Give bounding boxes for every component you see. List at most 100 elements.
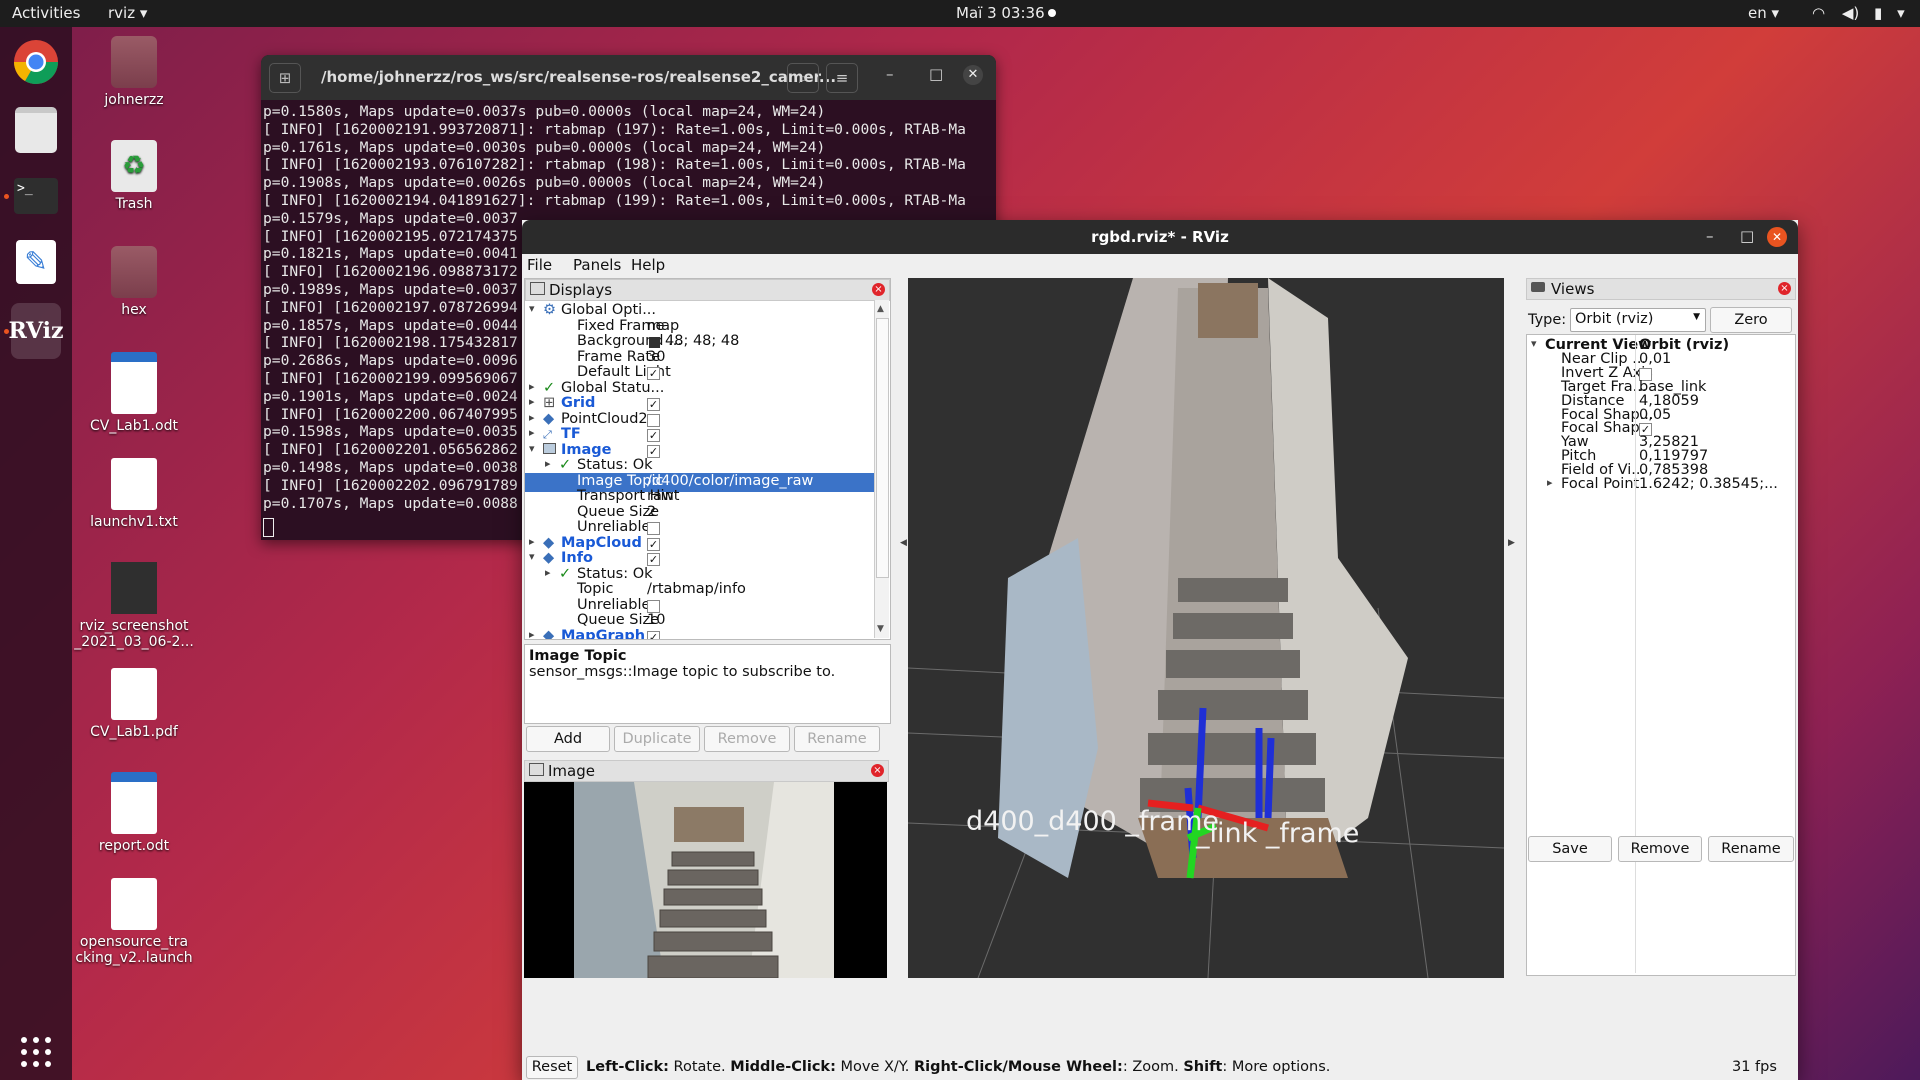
system-tray[interactable]: ◠ ◀) ▮ ▾ bbox=[1812, 4, 1905, 22]
enabled-checkbox[interactable]: ✓ bbox=[647, 537, 660, 551]
expand-arrow-icon[interactable]: ▾ bbox=[529, 550, 535, 563]
display-value[interactable]: map bbox=[647, 318, 679, 334]
hint-key: Shift bbox=[1183, 1059, 1223, 1075]
enabled-checkbox[interactable]: ✓ bbox=[647, 444, 660, 458]
minimize-button[interactable]: – bbox=[1706, 227, 1714, 245]
desktop-icon-label: Trash bbox=[115, 196, 153, 212]
desktop-icon-rviz-screenshot[interactable]: rviz_screenshot _2021_03_06-2... bbox=[74, 562, 194, 650]
search-button[interactable]: ⌕ bbox=[787, 63, 819, 93]
enabled-checkbox[interactable]: ✓ bbox=[647, 429, 660, 442]
maximize-button[interactable]: □ bbox=[1740, 227, 1754, 245]
files-icon bbox=[15, 107, 57, 153]
enabled-checkbox[interactable] bbox=[647, 413, 660, 427]
desktop-icon-hex[interactable]: hex bbox=[74, 246, 194, 318]
zero-view-button[interactable]: Zero bbox=[1710, 307, 1792, 333]
image-icon bbox=[543, 442, 556, 458]
display-value[interactable]: /rtabmap/info bbox=[647, 581, 746, 597]
enabled-checkbox[interactable]: ✓ bbox=[647, 553, 660, 566]
chrome-icon bbox=[14, 40, 58, 84]
close-button[interactable]: ✕ bbox=[1767, 227, 1787, 247]
save-view-button[interactable]: Save bbox=[1528, 836, 1612, 862]
rename-display-button[interactable]: Rename bbox=[794, 726, 880, 752]
collapse-arrow-icon[interactable]: ▸ bbox=[545, 457, 551, 470]
language-indicator[interactable]: en ▾ bbox=[1748, 4, 1779, 22]
new-tab-button[interactable]: ⊞ bbox=[269, 63, 301, 93]
expand-arrow-icon[interactable]: ▾ bbox=[529, 302, 535, 315]
scrollbar-thumb[interactable] bbox=[876, 318, 889, 578]
display-tree-row[interactable]: ▸ ◆ MapGraph ✓ bbox=[525, 628, 874, 640]
desktop-icon-launchv1[interactable]: launchv1.txt bbox=[74, 458, 194, 530]
color-swatch[interactable] bbox=[649, 337, 660, 348]
collapse-right-icon[interactable]: ▶ bbox=[1508, 538, 1515, 548]
enabled-checkbox[interactable] bbox=[647, 522, 660, 535]
app-menu[interactable]: rviz ▾ bbox=[108, 4, 147, 22]
activities-button[interactable]: Activities bbox=[12, 4, 80, 22]
views-tree[interactable]: ▾ Current View Orbit (rviz) Near Clip ... 0,… bbox=[1526, 334, 1796, 976]
display-name: Grid bbox=[561, 395, 596, 411]
menu-file[interactable]: File bbox=[527, 256, 552, 274]
add-display-button[interactable]: Add bbox=[526, 726, 610, 752]
terminal-launcher[interactable]: >_ bbox=[11, 171, 61, 221]
menu-panels[interactable]: Panels bbox=[573, 256, 621, 274]
view-property-value[interactable]: 1.6242; 0.38545;... bbox=[1639, 476, 1778, 492]
display-value[interactable]: raw bbox=[647, 488, 674, 504]
desktop-icon-report[interactable]: report.odt bbox=[74, 772, 194, 854]
enabled-checkbox[interactable]: ✓ bbox=[647, 398, 660, 411]
enabled-checkbox[interactable]: ✓ bbox=[647, 630, 660, 639]
view-type-select[interactable]: Orbit (rviz) ▼ bbox=[1570, 308, 1706, 332]
text-editor-launcher[interactable]: ✎ bbox=[11, 237, 61, 287]
collapse-arrow-icon[interactable]: ▸ bbox=[529, 395, 535, 408]
minimize-button[interactable]: – bbox=[886, 65, 894, 83]
collapse-arrow-icon[interactable]: ▸ bbox=[545, 566, 551, 579]
remove-view-button[interactable]: Remove bbox=[1618, 836, 1702, 862]
display-value[interactable]: 48; 48; 48 bbox=[665, 333, 739, 349]
desktop-icon-launch-file[interactable]: opensource_tra cking_v2..launch bbox=[74, 878, 194, 966]
collapse-arrow-icon[interactable]: ▸ bbox=[529, 535, 535, 548]
display-value[interactable]: 10 bbox=[647, 612, 665, 628]
collapse-arrow-icon[interactable]: ▸ bbox=[529, 426, 535, 439]
collapse-arrow-icon[interactable]: ▸ bbox=[1547, 476, 1553, 489]
collapse-arrow-icon[interactable]: ▸ bbox=[529, 411, 535, 424]
close-button[interactable]: ✕ bbox=[963, 65, 983, 85]
expand-arrow-icon[interactable]: ▾ bbox=[1531, 337, 1537, 350]
property-description: Image Topic sensor_msgs::Image topic to … bbox=[524, 644, 891, 724]
files-launcher[interactable] bbox=[11, 105, 61, 155]
close-panel-button[interactable]: × bbox=[1778, 282, 1791, 295]
terminal-titlebar[interactable]: ⊞ /home/johnerzz/ros_ws/src/realsense-ro… bbox=[261, 55, 996, 100]
gear-icon: ⚙ bbox=[543, 302, 556, 318]
views-tree-row[interactable]: ▸ Focal Point 1.6242; 0.38545;... bbox=[1527, 476, 1793, 495]
collapse-arrow-icon[interactable]: ▸ bbox=[529, 628, 535, 640]
show-applications-button[interactable] bbox=[11, 1027, 61, 1077]
clock[interactable]: Маї 3 03:36 bbox=[956, 4, 1045, 22]
display-tree[interactable]: ▾ ⚙ Global Opti... Fixed Frame map Background… bbox=[525, 301, 890, 639]
menu-button[interactable]: ≡ bbox=[826, 63, 858, 93]
display-value[interactable]: 30 bbox=[647, 349, 665, 365]
enabled-checkbox[interactable] bbox=[647, 599, 660, 613]
tree-scrollbar[interactable]: ▲ ▼ bbox=[874, 300, 889, 638]
collapse-arrow-icon[interactable]: ▸ bbox=[529, 380, 535, 393]
reset-button[interactable]: Reset bbox=[526, 1056, 578, 1079]
close-panel-button[interactable]: × bbox=[872, 283, 885, 296]
remove-display-button[interactable]: Remove bbox=[704, 726, 790, 752]
enabled-checkbox[interactable]: ✓ bbox=[647, 367, 660, 380]
desktop-icon-home[interactable]: johnerzz bbox=[74, 36, 194, 108]
expand-arrow-icon[interactable]: ▾ bbox=[529, 442, 535, 455]
hint-key: Middle-Click: bbox=[730, 1059, 836, 1075]
menu-help[interactable]: Help bbox=[631, 256, 665, 274]
close-panel-button[interactable]: × bbox=[871, 764, 884, 777]
chrome-launcher[interactable] bbox=[11, 37, 61, 87]
display-value[interactable]: 2 bbox=[647, 504, 656, 520]
panel-title: Displays bbox=[549, 281, 613, 299]
rviz-launcher[interactable]: RViz bbox=[8, 303, 64, 359]
rviz-titlebar[interactable]: rgbd.rviz* - RViz – □ ✕ bbox=[522, 220, 1798, 254]
maximize-button[interactable]: □ bbox=[929, 65, 943, 83]
desktop-icon-cv-lab1-odt[interactable]: CV_Lab1.odt bbox=[74, 352, 194, 434]
3d-viewport[interactable]: d400_d400 _frame _link _frame bbox=[908, 278, 1504, 978]
desktop-icon-trash[interactable]: ♻ Trash bbox=[74, 140, 194, 212]
display-value[interactable]: /d400/color/image_raw bbox=[647, 473, 813, 489]
duplicate-display-button[interactable]: Duplicate bbox=[614, 726, 700, 752]
collapse-left-icon[interactable]: ◀ bbox=[900, 538, 907, 548]
desktop-icon-cv-lab1-pdf[interactable]: CV_Lab1.pdf bbox=[74, 668, 194, 740]
rviz-window[interactable]: rgbd.rviz* - RViz – □ ✕ File Panels Help… bbox=[522, 220, 1798, 1080]
rename-view-button[interactable]: Rename bbox=[1708, 836, 1794, 862]
